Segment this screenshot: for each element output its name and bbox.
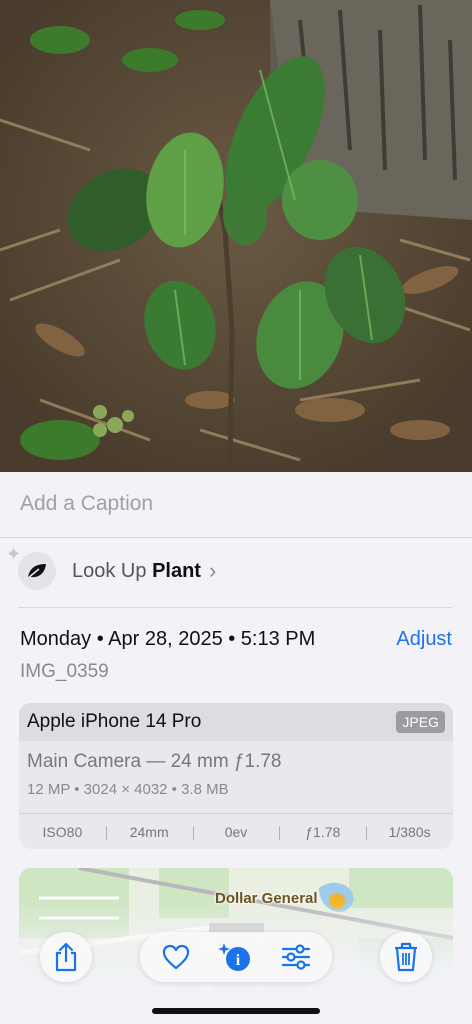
svg-text:i: i [236, 952, 241, 969]
camera-info-card: Apple iPhone 14 Pro JPEG Main Camera — 2… [19, 703, 453, 849]
device-name: Apple iPhone 14 Pro [27, 711, 202, 732]
share-icon [53, 942, 79, 972]
exif-focal-length: 24mm [105, 824, 193, 840]
adjust-button[interactable] [266, 932, 326, 982]
look-up-subject: Plant [152, 560, 201, 582]
share-button[interactable] [40, 932, 92, 982]
caption-input[interactable] [20, 492, 452, 516]
exif-iso: ISO80 [42, 823, 83, 840]
favorite-button[interactable] [146, 932, 206, 982]
format-badge: JPEG [396, 711, 445, 733]
trash-icon [393, 942, 419, 972]
look-up-label: Look Up Plant [72, 560, 201, 582]
exif-row: ISO80 24mm 0ev ƒ1.78 1/380s [19, 813, 453, 849]
filename: IMG_0359 [20, 661, 109, 682]
exif-aperture: ƒ1.78 [279, 824, 366, 840]
adjust-date-button[interactable]: Adjust [396, 628, 452, 651]
exif-exposure: 0ev [192, 824, 280, 840]
image-specs: 12 MP • 3024 × 4032 • 3.8 MB [27, 781, 229, 798]
look-up-row[interactable]: ✦ Look Up Plant › [6, 544, 452, 608]
info-button[interactable]: i [206, 932, 266, 982]
sparkle-icon: ✦ [6, 544, 22, 564]
center-action-group: i [140, 932, 332, 982]
chevron-right-icon: › [208, 558, 217, 583]
lens-info: Main Camera — 24 mm ƒ1.78 [27, 751, 282, 772]
delete-button[interactable] [380, 932, 432, 982]
home-indicator[interactable] [152, 1008, 320, 1014]
leaf-icon [18, 552, 56, 590]
photo[interactable] [0, 0, 472, 472]
date-time: Monday • Apr 28, 2025 • 5:13 PM [20, 628, 316, 650]
bottom-toolbar: i [0, 932, 472, 984]
exif-shutter: 1/380s [366, 824, 453, 840]
caption-field-container [0, 472, 472, 538]
camera-header: Apple iPhone 14 Pro JPEG [19, 703, 453, 741]
